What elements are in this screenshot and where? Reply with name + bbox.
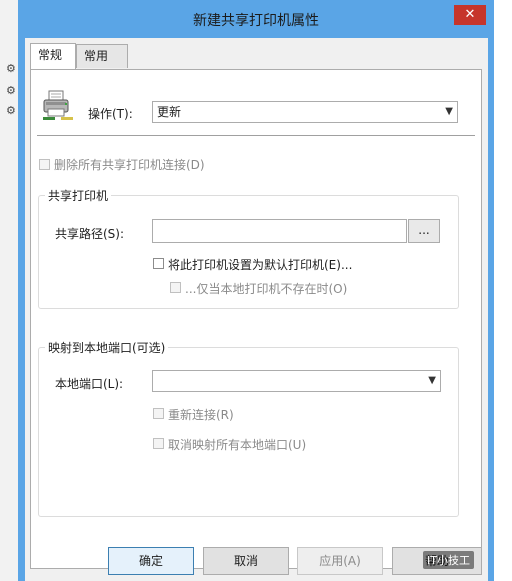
ok-button[interactable]: 确定 [108, 547, 194, 575]
chevron-down-icon: ▼ [428, 375, 436, 386]
tab-general[interactable]: 常规 [30, 43, 76, 69]
divider [37, 135, 475, 136]
reconnect-checkbox[interactable] [153, 408, 164, 419]
window-title: 新建共享打印机属性 [193, 13, 319, 29]
watermark: IT小技工 [423, 551, 474, 569]
background-window-edge: ⚙ ⚙ ⚙ [0, 0, 20, 581]
cancel-button[interactable]: 取消 [203, 547, 289, 575]
background-icon: ⚙ [6, 62, 16, 75]
dialog-client: 常规 常用 操作(T): 更新 ▼ 删除所有共享打印机连接(D) 共享打印机 共… [25, 38, 488, 581]
tab-panel-general: 操作(T): 更新 ▼ 删除所有共享打印机连接(D) 共享打印机 共享路径(S)… [30, 69, 482, 569]
set-default-checkbox[interactable] [153, 258, 164, 269]
apply-button[interactable]: 应用(A) [297, 547, 383, 575]
browse-button[interactable]: ... [408, 219, 440, 243]
title-bar[interactable]: 新建共享打印机属性 ✕ [18, 0, 494, 38]
shared-printer-group-title: 共享打印机 [45, 187, 112, 204]
action-label: 操作(T): [88, 107, 133, 121]
set-default-label: 将此打印机设置为默认打印机(E)... [168, 258, 353, 272]
close-button[interactable]: ✕ [454, 5, 486, 25]
tab-common[interactable]: 常用 [76, 44, 128, 68]
local-port-group-title: 映射到本地端口(可选) [45, 339, 169, 356]
local-port-label: 本地端口(L): [55, 377, 124, 391]
unmap-all-checkbox[interactable] [153, 438, 164, 449]
dialog-window: 新建共享打印机属性 ✕ 常规 常用 操作(T): 更新 ▼ 删除所有共享打印机连… [18, 0, 494, 581]
shared-path-input[interactable] [152, 219, 407, 243]
action-dropdown[interactable]: 更新 ▼ [152, 101, 458, 123]
chevron-down-icon: ▼ [445, 106, 453, 117]
background-icon: ⚙ [6, 104, 16, 117]
action-dropdown-value: 更新 [157, 105, 182, 119]
delete-all-label: 删除所有共享打印机连接(D) [54, 158, 205, 172]
only-if-no-local-checkbox[interactable] [170, 282, 181, 293]
unmap-all-label: 取消映射所有本地端口(U) [168, 438, 307, 452]
only-if-no-local-label: ...仅当本地打印机不存在时(O) [185, 282, 348, 296]
shared-path-label: 共享路径(S): [55, 227, 125, 241]
delete-all-checkbox[interactable] [39, 159, 50, 170]
printer-icon [43, 90, 73, 120]
reconnect-label: 重新连接(R) [168, 408, 234, 422]
local-port-dropdown[interactable]: ▼ [152, 370, 441, 392]
background-icon: ⚙ [6, 84, 16, 97]
